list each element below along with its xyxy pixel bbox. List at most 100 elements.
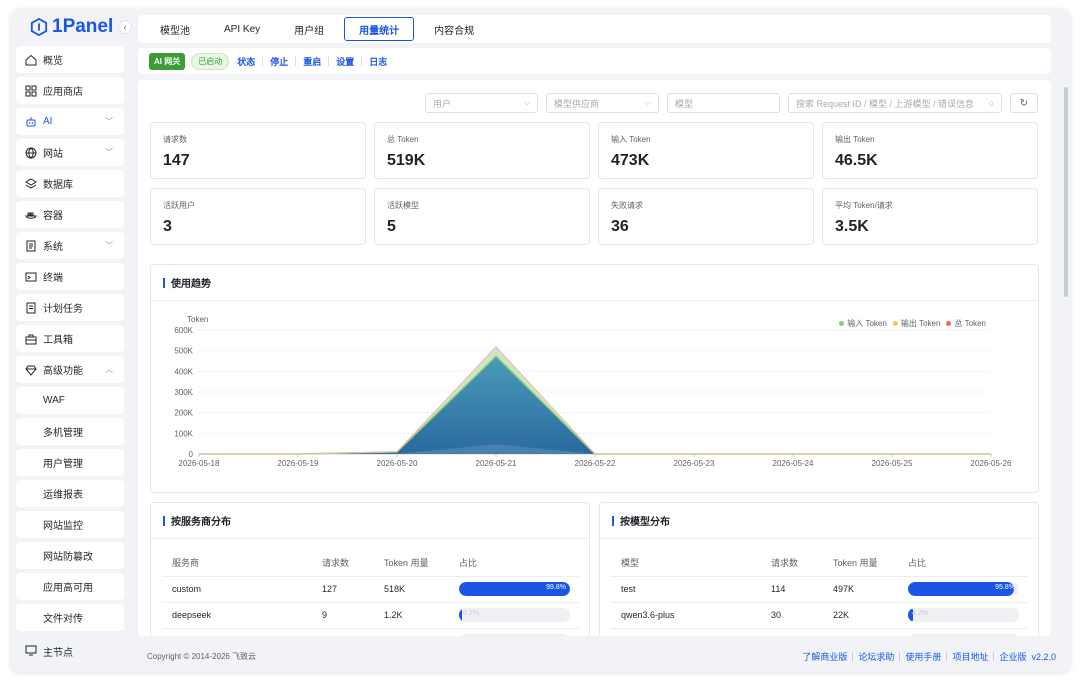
grid-icon	[25, 85, 37, 97]
sidebar-subitem-1[interactable]: 多机管理	[16, 418, 124, 445]
stat-card: 失败请求 36	[598, 188, 814, 245]
sidebar-item-3[interactable]: 网站 ﹀	[16, 139, 124, 166]
footer-link-0[interactable]: 了解商业版	[802, 650, 847, 663]
search-icon: ○	[988, 98, 994, 108]
refresh-button[interactable]: ↻	[1010, 93, 1038, 113]
footer-link-1[interactable]: 论坛求助	[858, 650, 894, 663]
sidebar-subitem-3[interactable]: 运维报表	[16, 480, 124, 507]
percent-bar: 0%	[908, 634, 1019, 636]
stat-value: 46.5K	[835, 152, 878, 169]
sidebar-subitem-2[interactable]: 用户管理	[16, 449, 124, 476]
column-header: Token 用量	[374, 550, 449, 577]
sidebar-subitem-0[interactable]: WAF	[16, 387, 124, 414]
gateway-action-3[interactable]: 设置	[334, 55, 356, 68]
sidebar-item-10[interactable]: 高级功能 ︿	[16, 356, 124, 383]
main-content: 模型池 API Key 用户组 用量统计 内容合规 AI 网关 已启动 状态 停止 重启 设置…	[138, 9, 1070, 672]
sidebar-item-9[interactable]: 工具箱	[16, 325, 124, 352]
cell-name: deepseek	[162, 602, 312, 629]
sidebar-item-7[interactable]: 终端	[16, 263, 124, 290]
sidebar-item-1[interactable]: 应用商店	[16, 77, 124, 104]
sidebar-item-8[interactable]: 计划任务	[16, 294, 124, 321]
title-accent-bar	[612, 515, 614, 526]
cell-tokens: 518K	[374, 576, 449, 603]
sidebar-subitem-7[interactable]: 文件对传	[16, 604, 124, 631]
sidebar-item-0[interactable]: 概览	[16, 46, 124, 73]
percent-fill	[459, 608, 463, 622]
cell-tokens: 497K	[823, 576, 898, 603]
gateway-action-4[interactable]: 日志	[367, 55, 389, 68]
percent-label: 95.8%	[995, 584, 1015, 591]
gateway-bar: AI 网关 已启动 状态 停止 重启 设置 日志	[138, 48, 1051, 74]
y-tick-label: 600K	[174, 326, 193, 335]
sidebar-item-label: 高级功能	[43, 366, 83, 377]
stat-card: 平均 Token/请求 3.5K	[822, 188, 1038, 245]
provider-title: 按服务商分布	[171, 517, 231, 528]
column-header: 请求数	[312, 550, 374, 577]
table-row[interactable]: test 114 497K 95.8%	[611, 576, 1028, 603]
y-tick-label: 100K	[174, 429, 193, 438]
table-row[interactable]: qwen:0.5b10 0%	[611, 628, 1028, 636]
sidebar: 1Panel ‹ 概览应用商店 AI ﹀ 网站 ﹀ 数据库容器系统 ﹀ 终端计划任务工具箱高级…	[11, 9, 132, 672]
chevron-down-icon: ﹀	[105, 148, 113, 157]
sidebar-subitem-5[interactable]: 网站防篡改	[16, 542, 124, 569]
stat-value: 5	[387, 218, 396, 235]
gateway-action-1[interactable]: 停止	[268, 55, 290, 68]
scrollbar[interactable]	[1064, 87, 1068, 297]
stat-label: 输出 Token	[835, 135, 875, 144]
stat-value: 473K	[611, 152, 650, 169]
gateway-action-2[interactable]: 重启	[301, 55, 323, 68]
provider-card-header: 按服务商分布	[151, 503, 589, 539]
percent-label: 0.2%	[463, 610, 479, 617]
table-row[interactable]: qwen3.6-plus 30 22K 4.2%	[611, 602, 1028, 629]
search-input-placeholder: 搜索 Request ID / 模型 / 上游模型 / 错误信息	[796, 98, 975, 109]
table-row[interactable]: deepseek 9 1.2K 0.2%	[162, 602, 579, 629]
user-select[interactable]: 用户 ⌵	[425, 93, 538, 113]
stat-label: 总 Token	[387, 135, 419, 144]
stat-value: 3	[163, 218, 172, 235]
cell-tokens: 0	[374, 628, 449, 636]
divider	[993, 652, 995, 661]
table-row[interactable]: 未匹配110 0%	[162, 628, 579, 636]
search-input[interactable]: 搜索 Request ID / 模型 / 上游模型 / 错误信息 ○	[788, 93, 1002, 113]
stat-label: 输入 Token	[611, 135, 651, 144]
sidebar-item-2[interactable]: AI ﹀	[16, 108, 124, 135]
node-switcher[interactable]: 主节点	[16, 638, 124, 664]
cell-name: qwen:0.5b	[611, 628, 761, 636]
sidebar-item-label: 概览	[43, 56, 63, 67]
tab-bar: 模型池 API Key 用户组 用量统计 内容合规	[138, 15, 1051, 43]
sidebar-item-5[interactable]: 容器	[16, 201, 124, 228]
tab-4[interactable]: 内容合规	[420, 17, 488, 41]
x-tick-label: 2026-05-22	[575, 459, 616, 468]
collapse-sidebar-button[interactable]: ‹	[118, 20, 132, 34]
footer-link-4[interactable]: 企业版	[999, 650, 1026, 663]
tab-1[interactable]: API Key	[210, 17, 274, 41]
model-input[interactable]: 模型	[667, 93, 780, 113]
sidebar-nav: 概览应用商店 AI ﹀ 网站 ﹀ 数据库容器系统 ﹀ 终端计划任务工具箱高级功能 ︿ WAF 多机管…	[16, 46, 124, 635]
tab-2[interactable]: 用户组	[280, 17, 338, 41]
percent-label: 99.8%	[546, 584, 566, 591]
database-icon	[25, 177, 37, 190]
x-tick-label: 2026-05-26	[971, 459, 1012, 468]
cell-requests: 127	[312, 576, 374, 603]
table-row[interactable]: custom 127 518K 99.8%	[162, 576, 579, 603]
footer-link-3[interactable]: 项目地址	[952, 650, 988, 663]
provider-table: 服务商 请求数 Token 用量 占比 custom 127 518K 99.8% deeps…	[162, 550, 579, 636]
y-tick-label: 300K	[174, 388, 193, 397]
gateway-action-0[interactable]: 状态	[235, 55, 257, 68]
toolbox-icon	[25, 333, 37, 345]
divider	[361, 56, 363, 66]
sidebar-item-4[interactable]: 数据库	[16, 170, 124, 197]
tab-3[interactable]: 用量统计	[344, 17, 415, 41]
model-table-wrap: 模型 请求数 Token 用量 占比 test 114 497K 95.8% qwen3.6-…	[611, 550, 1028, 636]
node-icon	[25, 644, 37, 659]
gateway-badge: AI 网关	[149, 52, 186, 70]
footer-links: 了解商业版 论坛求助 使用手册 项目地址 企业版 v2.2.0	[802, 650, 1056, 663]
tab-0[interactable]: 模型池	[146, 17, 204, 41]
footer-link-2[interactable]: 使用手册	[905, 650, 941, 663]
provider-select[interactable]: 模型供应商 ⌵	[546, 93, 659, 113]
sidebar-subitem-6[interactable]: 应用高可用	[16, 573, 124, 600]
sidebar-item-6[interactable]: 系统 ﹀	[16, 232, 124, 259]
app-logo[interactable]: 1Panel	[30, 15, 113, 39]
stat-card: 总 Token 519K	[374, 122, 590, 179]
sidebar-subitem-4[interactable]: 网站监控	[16, 511, 124, 538]
